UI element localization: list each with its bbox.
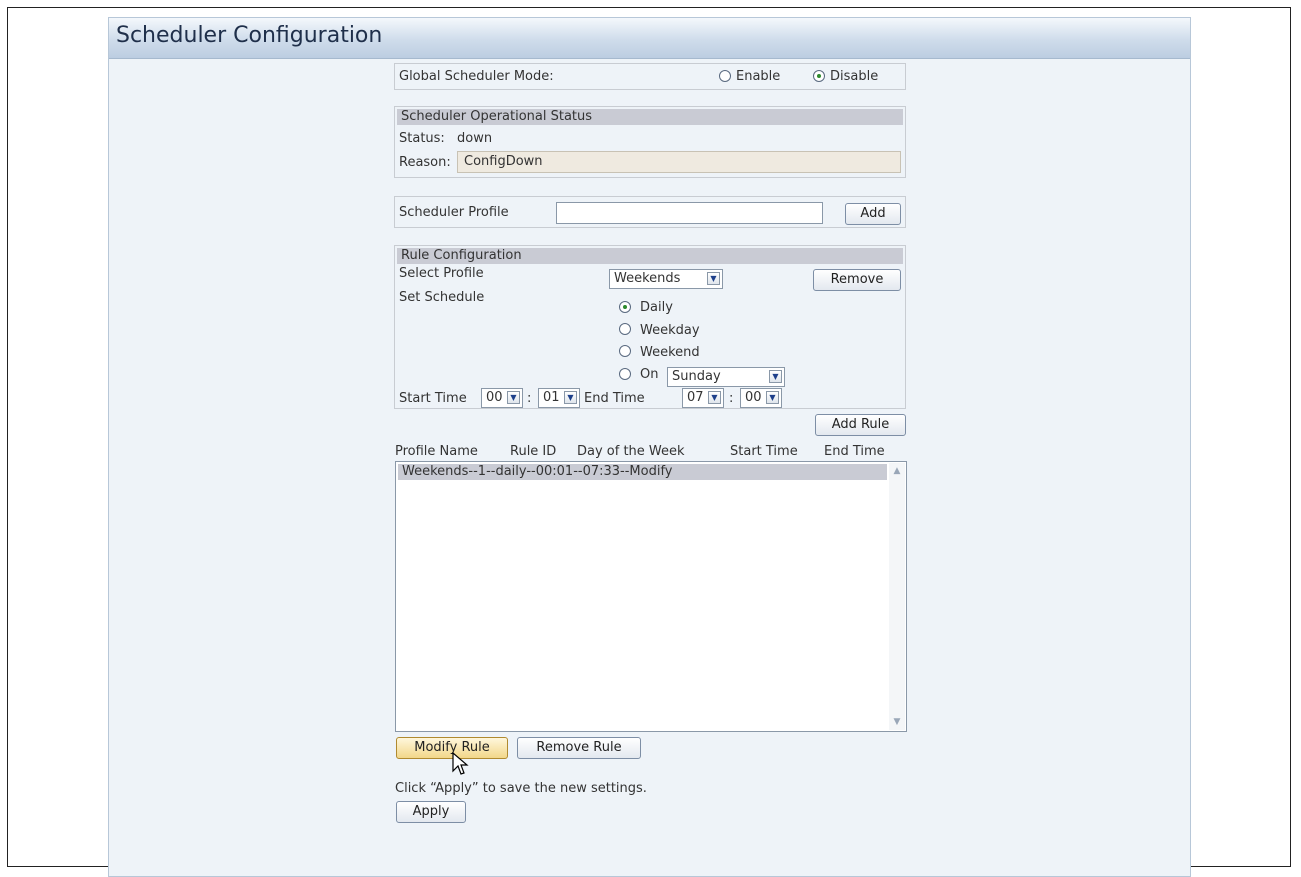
remove-profile-button[interactable]: Remove bbox=[813, 269, 901, 291]
scroll-up-icon[interactable]: ▲ bbox=[890, 464, 904, 478]
reason-label: Reason: bbox=[399, 155, 451, 170]
start-minute-dropdown[interactable]: 01 ▼ bbox=[538, 388, 580, 408]
remove-rule-button[interactable]: Remove Rule bbox=[517, 737, 641, 759]
reason-field: ConfigDown bbox=[457, 151, 901, 173]
end-time-separator: : bbox=[729, 391, 734, 406]
global-mode-label: Global Scheduler Mode: bbox=[399, 69, 554, 84]
end-minute-dropdown[interactable]: 00 ▼ bbox=[740, 388, 782, 408]
start-time-separator: : bbox=[527, 391, 532, 406]
scroll-down-icon[interactable]: ▼ bbox=[890, 715, 904, 729]
on-label: On bbox=[640, 367, 659, 382]
chevron-down-icon: ▼ bbox=[708, 391, 721, 404]
chevron-down-icon: ▼ bbox=[707, 272, 720, 285]
chevron-down-icon: ▼ bbox=[507, 391, 520, 404]
disable-label: Disable bbox=[830, 69, 879, 84]
enable-radio[interactable] bbox=[719, 70, 731, 82]
select-profile-dropdown[interactable]: Weekends ▼ bbox=[609, 269, 723, 289]
disable-radio[interactable] bbox=[813, 70, 825, 82]
end-hour-dropdown[interactable]: 07 ▼ bbox=[682, 388, 724, 408]
set-schedule-label: Set Schedule bbox=[399, 290, 485, 305]
column-end-time: End Time bbox=[824, 444, 885, 459]
rule-config-box: Rule Configuration Select Profile Weeken… bbox=[394, 245, 906, 409]
select-profile-label: Select Profile bbox=[399, 266, 484, 281]
rules-list[interactable]: Weekends--1--daily--00:01--07:33--Modify… bbox=[395, 461, 907, 732]
reason-value: ConfigDown bbox=[464, 154, 543, 169]
weekend-radio[interactable] bbox=[619, 345, 631, 357]
apply-hint: Click “Apply” to save the new settings. bbox=[395, 781, 647, 796]
column-profile-name: Profile Name bbox=[395, 444, 478, 459]
chevron-down-icon: ▼ bbox=[564, 391, 577, 404]
panel-header: Scheduler Configuration bbox=[109, 18, 1190, 59]
chevron-down-icon: ▼ bbox=[766, 391, 779, 404]
on-day-radio[interactable] bbox=[619, 368, 631, 380]
scrollbar[interactable]: ▲ ▼ bbox=[889, 463, 905, 730]
start-hour-dropdown[interactable]: 00 ▼ bbox=[481, 388, 523, 408]
end-time-label: End Time bbox=[584, 391, 645, 406]
weekday-label: Weekday bbox=[640, 323, 700, 338]
start-time-label: Start Time bbox=[399, 391, 467, 406]
rule-config-heading: Rule Configuration bbox=[397, 248, 903, 264]
status-value: down bbox=[457, 131, 493, 146]
mouse-pointer-icon bbox=[452, 752, 469, 775]
weekday-radio[interactable] bbox=[619, 323, 631, 335]
status-label: Status: bbox=[399, 131, 445, 146]
global-mode-box: Global Scheduler Mode: Enable Disable bbox=[394, 63, 906, 90]
apply-button[interactable]: Apply bbox=[396, 801, 466, 823]
daily-label: Daily bbox=[640, 300, 673, 315]
status-heading: Scheduler Operational Status bbox=[397, 109, 903, 125]
column-start-time: Start Time bbox=[730, 444, 798, 459]
profile-label: Scheduler Profile bbox=[399, 205, 509, 220]
weekend-label: Weekend bbox=[640, 345, 700, 360]
column-rule-id: Rule ID bbox=[510, 444, 557, 459]
page-title: Scheduler Configuration bbox=[116, 23, 383, 48]
list-item[interactable]: Weekends--1--daily--00:01--07:33--Modify bbox=[398, 464, 887, 480]
add-profile-button[interactable]: Add bbox=[845, 203, 901, 225]
column-day-of-week: Day of the Week bbox=[577, 444, 685, 459]
profile-name-input[interactable] bbox=[556, 202, 823, 224]
chevron-down-icon: ▼ bbox=[769, 370, 782, 383]
status-box: Scheduler Operational Status Status: dow… bbox=[394, 106, 906, 178]
enable-label: Enable bbox=[736, 69, 781, 84]
daily-radio[interactable] bbox=[619, 301, 631, 313]
profile-box: Scheduler Profile Add bbox=[394, 196, 906, 228]
on-day-dropdown[interactable]: Sunday ▼ bbox=[667, 367, 785, 387]
add-rule-button[interactable]: Add Rule bbox=[815, 414, 906, 436]
